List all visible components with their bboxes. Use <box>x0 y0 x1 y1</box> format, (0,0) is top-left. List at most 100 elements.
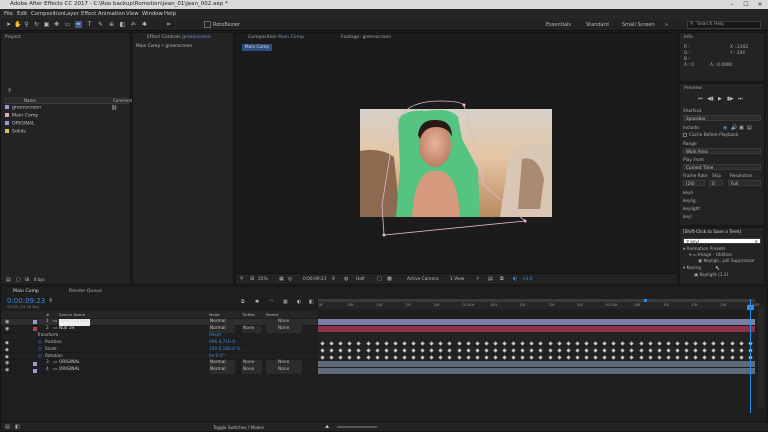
fast-preview-icon[interactable]: ⚡ <box>476 276 480 282</box>
transfer-controls-icon[interactable]: ◧ <box>15 424 20 430</box>
effects-search-input[interactable]: ⚲ keyl ✕ <box>683 238 761 244</box>
keyframe[interactable] <box>365 354 371 360</box>
layer-mode[interactable]: Normal <box>209 367 235 375</box>
keyframe[interactable] <box>456 347 462 353</box>
graph-editor-icon[interactable]: ◧ <box>309 299 314 305</box>
timeline-scrollbar[interactable] <box>758 307 764 407</box>
layer-name[interactable]: Position <box>45 340 62 347</box>
mask-vertex[interactable] <box>382 233 386 237</box>
preset-tree-item[interactable]: ▾ ▭ Image - Utilities <box>689 253 732 258</box>
selection-tool-icon[interactable]: ➤ <box>5 21 12 28</box>
preset-tree-item[interactable]: ▣ Keylight (1.2) <box>694 273 728 278</box>
menu-window[interactable]: Window <box>142 9 163 19</box>
layer-mode[interactable]: Normal <box>209 325 235 333</box>
magnify-icon[interactable]: ⚲ <box>240 276 244 282</box>
workspace-standard[interactable]: Standard <box>586 19 609 31</box>
timeline-timecode[interactable]: 0:00:09:23 <box>7 297 45 305</box>
close-button[interactable]: ✕ <box>754 1 766 8</box>
layer-mode[interactable]: 100.0,100.0 % <box>209 347 240 354</box>
project-item[interactable]: ORIGINAL <box>5 121 35 127</box>
layer-parent[interactable]: None <box>266 319 302 326</box>
visibility-eye-icon[interactable]: ◉ <box>5 367 9 374</box>
reset-exposure-icon[interactable]: ◐ <box>513 276 517 282</box>
bpc-label[interactable]: 8 bpc <box>34 277 45 282</box>
property-track[interactable] <box>318 333 755 340</box>
keyframe[interactable] <box>365 347 371 353</box>
layer-bar[interactable] <box>318 319 755 326</box>
main-comp-timeline-tab[interactable]: Main Comp <box>13 289 39 294</box>
workspace-essentials[interactable]: Essentials <box>546 19 571 31</box>
layer-mode[interactable]: Normal <box>209 319 235 326</box>
rectangle-tool-icon[interactable]: ▭ <box>64 21 71 28</box>
viewer-timecode[interactable]: 0:00:09:23 <box>303 277 326 282</box>
text-tool-icon[interactable]: T <box>86 21 93 28</box>
resolution-dropdown[interactable]: Half <box>356 277 365 282</box>
clone-tool-icon[interactable]: ⊕ <box>108 21 115 28</box>
work-area-start-handle[interactable] <box>644 299 647 302</box>
layer-name[interactable]: Transform <box>37 333 58 340</box>
frame-rate-dropdown[interactable]: (24) <box>683 180 705 186</box>
puppet-tool-icon[interactable]: ✱ <box>141 21 148 28</box>
workspace-overflow-icon[interactable]: » <box>665 19 668 31</box>
preset-tree-item[interactable]: ▾ Keying <box>683 266 701 271</box>
search-help-input[interactable]: ⚲ Search Help <box>687 21 761 29</box>
eraser-tool-icon[interactable]: ◧ <box>119 21 126 28</box>
comp-flowchart-icon[interactable]: ⧉ <box>241 299 245 305</box>
layer-row[interactable]: ◉ 2 ▭ Null 19 Normal None None <box>1 325 317 333</box>
layer-row[interactable]: ◉ 4 ▭ ORIGINAL Normal None None <box>1 367 317 375</box>
keyframe[interactable] <box>465 354 471 360</box>
camera-tool-icon[interactable]: ▣ <box>43 21 50 28</box>
include-video-icon[interactable]: ◉ <box>723 125 727 131</box>
playhead-handle[interactable] <box>747 305 754 310</box>
time-ruler[interactable] <box>318 299 755 309</box>
draft-3d-icon[interactable]: ✱ <box>255 299 259 305</box>
workspace-small-screen[interactable]: Small Screen <box>622 19 655 31</box>
layer-bar[interactable] <box>318 360 755 367</box>
timeline-icon[interactable]: ▤ <box>488 276 493 282</box>
snapshot-icon[interactable]: ⌾ <box>332 276 335 282</box>
project-tab[interactable]: Project <box>5 35 21 40</box>
grid-icon[interactable]: ⊞ <box>250 276 254 282</box>
show-channel-icon[interactable]: ◍ <box>344 276 348 282</box>
play-from-dropdown[interactable]: Current Time <box>683 164 761 170</box>
composition-tab[interactable]: Composition Main Comp <box>248 35 304 40</box>
project-item[interactable]: Solids <box>5 129 26 135</box>
layer-bar[interactable] <box>318 326 755 333</box>
effect-controls-tab[interactable]: Effect Controls greenscreen <box>147 35 211 40</box>
label-color-swatch[interactable] <box>33 361 37 366</box>
rotobezier-checkbox[interactable] <box>204 21 211 28</box>
layer-name[interactable]: Null 19 <box>59 326 74 333</box>
include-layer-controls-icon[interactable]: ▤ <box>747 125 752 131</box>
region-of-interest-icon[interactable]: ▢ <box>377 276 382 282</box>
project-item[interactable]: Main Comp <box>5 113 38 119</box>
main-comp-subtab[interactable]: Main Comp <box>242 44 272 51</box>
layer-name[interactable]: Scale <box>45 347 57 354</box>
work-area-bar[interactable] <box>318 299 755 302</box>
col-mode[interactable]: Mode <box>209 311 220 318</box>
timeline-search-icon[interactable]: ⚲ <box>49 298 53 304</box>
layer-parent[interactable]: None <box>266 325 302 333</box>
effect-list-item[interactable]: keylig <box>683 199 696 204</box>
stopwatch-icon[interactable]: ◷ <box>38 354 42 361</box>
keyframe[interactable] <box>647 354 653 360</box>
minimize-button[interactable]: – <box>726 1 738 8</box>
stopwatch-icon[interactable]: ◷ <box>38 347 42 354</box>
menu-view[interactable]: View <box>126 9 139 19</box>
skip-dropdown[interactable]: 0 <box>709 180 723 186</box>
project-item[interactable]: greenscreen <box>5 105 41 111</box>
menu-effect[interactable]: Effect <box>81 9 96 19</box>
transparency-grid-icon[interactable]: ▩ <box>387 276 392 282</box>
mask-vertex[interactable] <box>523 219 527 223</box>
camera-dropdown[interactable]: Active Camera <box>407 277 439 282</box>
playhead[interactable] <box>750 299 751 413</box>
menu-help[interactable]: Help <box>164 9 176 19</box>
hand-tool-icon[interactable]: ✋ <box>14 21 21 28</box>
motion-blur-icon[interactable]: ◐ <box>297 299 301 305</box>
keyframe[interactable] <box>456 354 462 360</box>
menu-file[interactable]: File <box>4 9 13 19</box>
brush-tool-icon[interactable]: ✎ <box>97 21 104 28</box>
keyframe[interactable] <box>374 354 380 360</box>
rotate-tool-icon[interactable]: ↻ <box>33 21 40 28</box>
layer-parent[interactable]: None <box>266 367 302 375</box>
project-col-comment[interactable]: Comment <box>113 98 133 103</box>
